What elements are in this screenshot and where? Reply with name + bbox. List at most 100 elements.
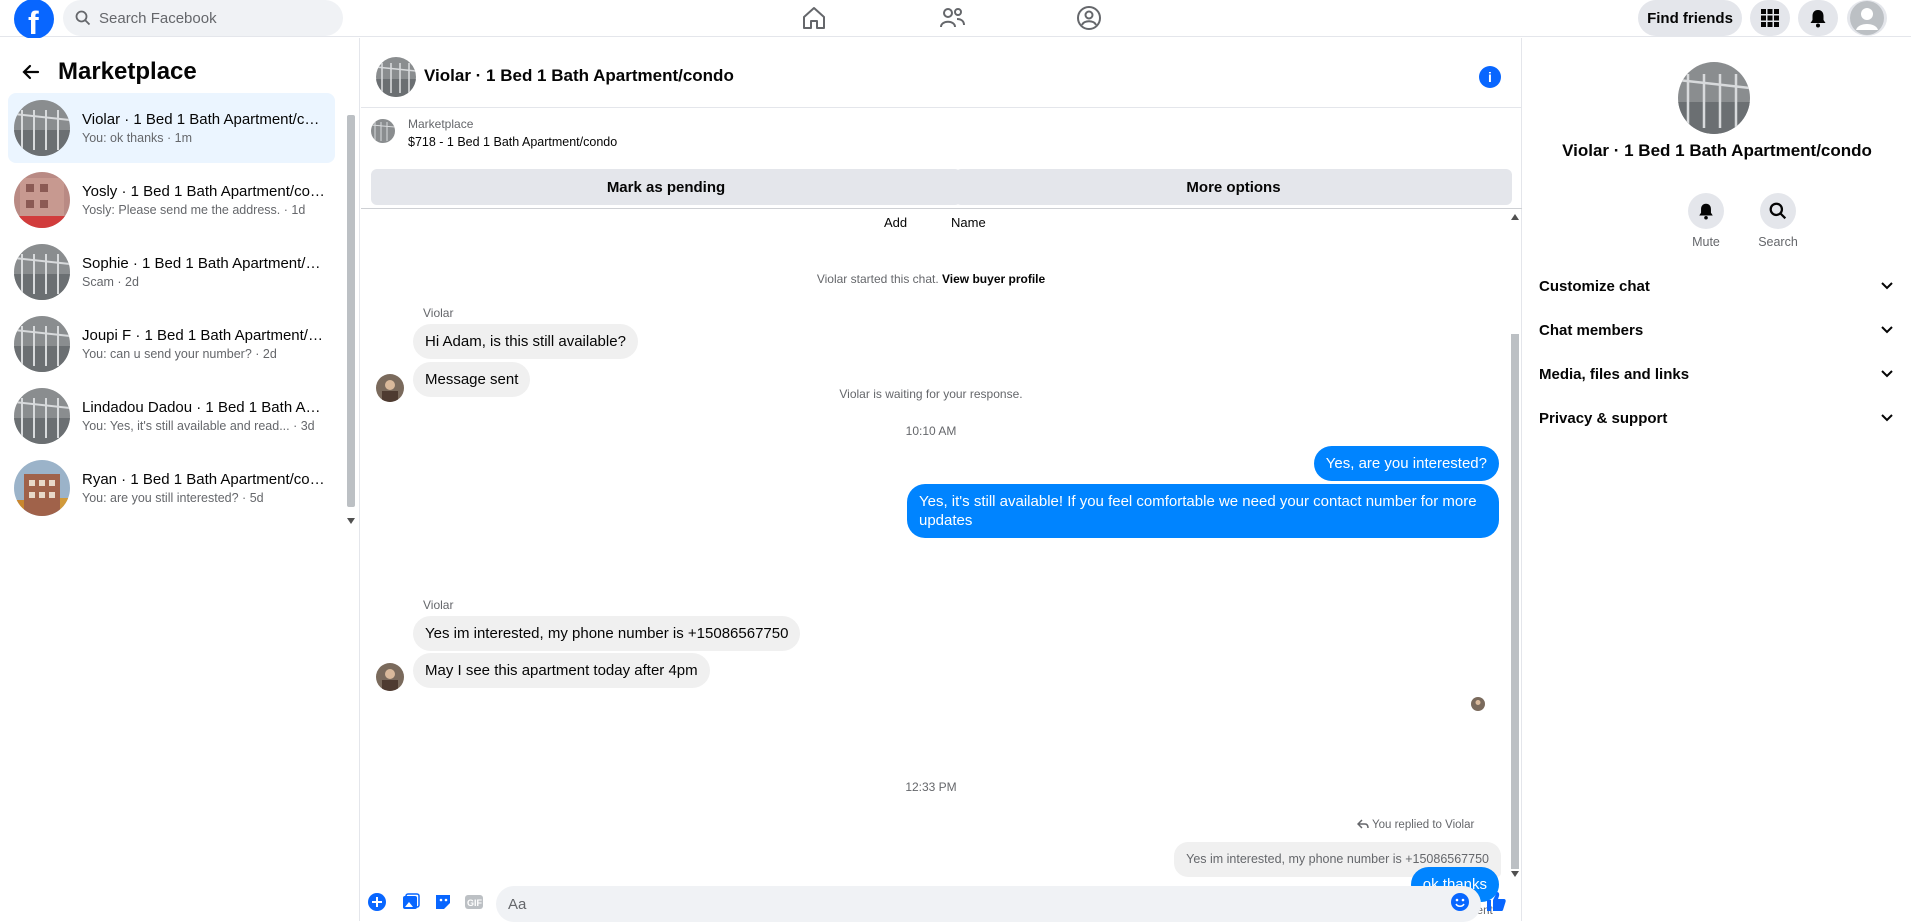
plus-circle-icon[interactable] — [367, 892, 387, 912]
listing-thumbnail — [14, 100, 70, 156]
mute-button[interactable]: Mute — [1676, 193, 1736, 249]
page-title: Marketplace — [58, 58, 197, 85]
search-in-conversation-button[interactable]: Search — [1748, 193, 1808, 249]
replied-to-label: You replied to Violar — [1356, 819, 1475, 831]
conversation-name: Yosly · 1 Bed 1 Bath Apartment/condo — [82, 183, 327, 200]
view-buyer-profile-link[interactable]: View buyer profile — [942, 272, 1045, 286]
scroll-down-arrow-icon[interactable] — [1511, 871, 1519, 877]
add-label[interactable]: Add — [884, 215, 907, 230]
friends-icon[interactable] — [938, 4, 966, 32]
gif-icon[interactable]: GIF — [464, 892, 484, 912]
listing-thumbnail — [371, 119, 395, 143]
search-icon — [1769, 202, 1787, 220]
timestamp: 10:10 AM — [905, 424, 957, 438]
conversation-item[interactable]: Sophie · 1 Bed 1 Bath Apartment/condo Sc… — [8, 237, 335, 307]
conversation-item[interactable]: Yosly · 1 Bed 1 Bath Apartment/condo Yos… — [8, 165, 335, 235]
conversation-name: Joupi F · 1 Bed 1 Bath Apartment/condo — [82, 327, 327, 344]
sender-name: Violar — [423, 306, 454, 320]
media-files-links-section[interactable]: Media, files and links — [1539, 356, 1894, 392]
back-arrow-icon[interactable] — [20, 61, 42, 83]
section-label: Chat members — [1539, 321, 1644, 339]
marketplace-listing-bar: Marketplace $718 - 1 Bed 1 Bath Apartmen… — [361, 109, 1522, 209]
listing-price-title[interactable]: $718 - 1 Bed 1 Bath Apartment/condo — [408, 135, 617, 149]
outgoing-message: Yes, are you interested? — [1313, 446, 1499, 481]
find-friends-button[interactable]: Find friends — [1638, 0, 1742, 36]
conversation-name: Sophie · 1 Bed 1 Bath Apartment/condo — [82, 255, 327, 272]
chevron-down-icon — [1881, 326, 1893, 334]
listing-thumbnail — [14, 460, 70, 516]
info-icon[interactable]: i — [1479, 66, 1501, 88]
chevron-down-icon — [1881, 414, 1893, 422]
conversation-details-panel: Violar · 1 Bed 1 Bath Apartment/condo Mu… — [1523, 38, 1911, 921]
conversation-list-scrollbar[interactable] — [346, 106, 356, 526]
account-avatar-icon[interactable] — [1847, 0, 1887, 36]
more-options-button[interactable]: More options — [955, 169, 1512, 205]
home-icon[interactable] — [800, 4, 828, 32]
svg-text:GIF: GIF — [467, 898, 483, 908]
reply-arrow-icon — [1356, 819, 1369, 829]
conversation-name: Lindadou Dadou · 1 Bed 1 Bath Apartment/… — [82, 399, 327, 416]
search-input[interactable]: Search Facebook — [63, 0, 343, 36]
privacy-support-section[interactable]: Privacy & support — [1539, 400, 1894, 436]
listing-thumbnail — [14, 244, 70, 300]
customize-chat-section[interactable]: Customize chat — [1539, 268, 1894, 304]
outgoing-message: Yes, it's still available! If you feel c… — [907, 484, 1499, 538]
conversation-item[interactable]: Violar · 1 Bed 1 Bath Apartment/condo Yo… — [8, 93, 335, 163]
waiting-note: Violar is waiting for your response. — [839, 387, 1023, 401]
sticker-icon[interactable] — [433, 892, 453, 912]
groups-icon[interactable] — [1075, 4, 1103, 32]
thumbs-up-icon[interactable] — [1485, 890, 1507, 912]
conversation-preview: You: Yes, it's still available and read.… — [82, 419, 315, 433]
chat-title[interactable]: Violar · 1 Bed 1 Bath Apartment/condo — [424, 66, 734, 86]
name-label[interactable]: Name — [951, 215, 986, 230]
section-label: Customize chat — [1539, 277, 1650, 295]
chat-panel: Violar · 1 Bed 1 Bath Apartment/condo i … — [361, 38, 1522, 922]
chevron-down-icon — [1881, 282, 1893, 290]
photo-icon[interactable] — [401, 892, 421, 912]
scroll-down-arrow-icon[interactable] — [347, 518, 355, 524]
facebook-logo-icon[interactable]: f — [14, 0, 54, 41]
incoming-message: May I see this apartment today after 4pm — [413, 653, 710, 688]
chat-members-section[interactable]: Chat members — [1539, 312, 1894, 348]
emoji-icon[interactable] — [1450, 892, 1470, 912]
notifications-bell-icon[interactable] — [1798, 0, 1838, 36]
listing-thumbnail — [14, 388, 70, 444]
chevron-down-icon — [1881, 370, 1893, 378]
marketplace-header: Marketplace — [20, 58, 197, 86]
incoming-message: Hi Adam, is this still available? — [413, 324, 638, 359]
read-receipt-avatar — [1471, 697, 1485, 711]
conversation-preview: You: are you still interested? · 5d — [82, 491, 264, 505]
chat-started-note: Violar started this chat. View buyer pro… — [361, 272, 1501, 286]
section-label: Media, files and links — [1539, 365, 1690, 383]
scrollbar-thumb[interactable] — [1511, 334, 1519, 869]
message-composer: GIF Aa — [361, 886, 1522, 922]
conversation-name: Ryan · 1 Bed 1 Bath Apartment/condo — [82, 471, 327, 488]
profile-name: Violar · 1 Bed 1 Bath Apartment/condo — [1562, 141, 1872, 160]
conversation-item[interactable]: Ryan · 1 Bed 1 Bath Apartment/condo You:… — [8, 453, 335, 523]
mark-as-pending-button[interactable]: Mark as pending — [371, 169, 961, 205]
menu-grid-icon[interactable] — [1750, 0, 1790, 36]
thread-scrollbar[interactable] — [1509, 210, 1521, 880]
search-icon — [75, 10, 91, 26]
sender-name: Violar — [423, 598, 454, 612]
conversation-preview: You: can u send your number? · 2d — [82, 347, 277, 361]
sender-avatar[interactable] — [376, 663, 404, 691]
conversation-item[interactable]: Lindadou Dadou · 1 Bed 1 Bath Apartment/… — [8, 381, 335, 451]
started-note-text: Violar started this chat. — [816, 272, 939, 286]
message-thread: Add Name Violar started this chat. View … — [361, 210, 1522, 917]
chat-header: Violar · 1 Bed 1 Bath Apartment/condo i — [361, 38, 1522, 108]
search-label: Search — [1758, 235, 1798, 249]
profile-avatar[interactable] — [1678, 62, 1750, 134]
scroll-up-arrow-icon[interactable] — [1511, 214, 1519, 220]
conversation-preview: Scam · 2d — [82, 275, 139, 289]
message-input[interactable]: Aa — [496, 886, 1481, 922]
conversation-name: Violar · 1 Bed 1 Bath Apartment/condo — [82, 111, 327, 128]
conversation-item[interactable]: Joupi F · 1 Bed 1 Bath Apartment/condo Y… — [8, 309, 335, 379]
chat-avatar[interactable] — [376, 57, 416, 97]
replied-to-text: You replied to Violar — [1372, 819, 1475, 831]
top-navigation-bar: f Search Facebook Find friends — [0, 0, 1911, 41]
timestamp: 12:33 PM — [905, 780, 957, 794]
mute-label: Mute — [1692, 235, 1720, 249]
scrollbar-thumb[interactable] — [347, 115, 355, 507]
section-label: Privacy & support — [1539, 409, 1668, 427]
